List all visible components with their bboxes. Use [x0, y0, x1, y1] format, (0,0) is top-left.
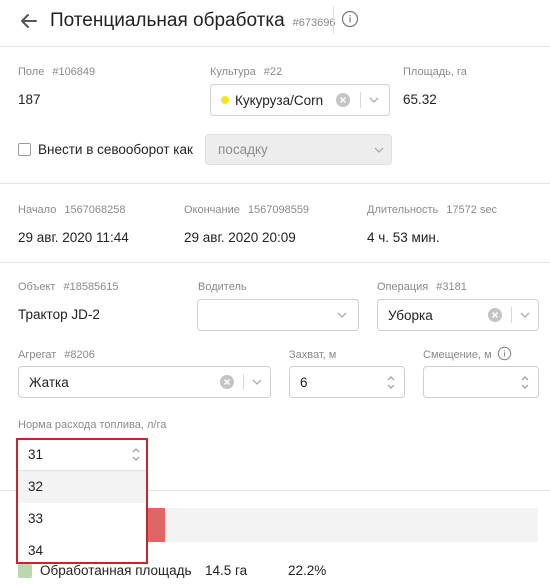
info-icon[interactable] — [497, 346, 512, 361]
header-divider-line — [0, 46, 550, 47]
legend-percent: 22.2% — [288, 563, 327, 578]
start-label: Начало 1567068258 — [18, 204, 126, 216]
object-label: Объект #18585615 — [18, 281, 119, 293]
fuel-rate-label: Норма расхода топлива, л/га — [18, 419, 167, 431]
operation-label: Операция #3181 — [377, 281, 467, 293]
width-value: 6 — [300, 374, 308, 390]
clear-icon[interactable] — [335, 92, 351, 108]
page-title-text: Потенциальная обработка — [50, 10, 285, 31]
start-value: 29 авг. 2020 11:44 — [18, 230, 129, 245]
end-value: 29 авг. 2020 20:09 — [184, 230, 296, 245]
chevron-down-icon[interactable] — [251, 378, 263, 386]
clear-icon[interactable] — [219, 374, 235, 390]
field-value: 187 — [18, 92, 41, 107]
rotation-checkbox[interactable] — [18, 143, 31, 156]
stepper-arrows-icon[interactable] — [131, 447, 141, 462]
legend-area: 14.5 га — [205, 563, 248, 578]
end-label: Окончание 1567098559 — [184, 204, 310, 216]
crop-select-value: Кукуруза/Corn — [235, 92, 324, 108]
chevron-down-icon[interactable] — [368, 96, 380, 104]
section-divider — [0, 262, 550, 263]
rotation-checkbox-label: Внести в севооборот как — [38, 142, 193, 157]
crop-color-dot — [221, 96, 229, 104]
operation-select-value: Уборка — [388, 307, 433, 323]
processed-area-bar-fill — [148, 508, 165, 542]
chevron-down-icon[interactable] — [336, 311, 348, 319]
stepper-arrows-icon[interactable] — [386, 375, 396, 390]
offset-stepper[interactable] — [423, 366, 539, 398]
fuel-rate-option[interactable]: 34 — [18, 535, 146, 567]
rotation-select[interactable]: посадку — [205, 134, 392, 165]
record-id: #673696 — [292, 17, 336, 29]
driver-label: Водитель — [198, 281, 247, 293]
duration-value: 4 ч. 53 мин. — [367, 230, 440, 245]
crop-label: Культура #22 — [210, 66, 283, 78]
width-label: Захват, м — [289, 349, 337, 361]
processed-area-bar — [148, 508, 538, 542]
header-divider — [333, 6, 334, 34]
chevron-down-icon[interactable] — [519, 311, 531, 319]
crop-select[interactable]: Кукуруза/Corn — [210, 84, 390, 116]
area-label: Площадь, га — [403, 66, 467, 78]
width-stepper[interactable]: 6 — [289, 366, 405, 398]
driver-select[interactable] — [197, 299, 359, 331]
implement-select[interactable]: Жатка — [18, 366, 271, 398]
fuel-rate-option[interactable]: 33 — [18, 503, 146, 535]
section-divider — [0, 183, 550, 184]
clear-icon[interactable] — [487, 307, 503, 323]
page-title: Потенциальная обработка #673696 — [50, 10, 335, 32]
implement-label: Агрегат #8206 — [18, 349, 95, 361]
offset-label: Смещение, м — [423, 349, 492, 361]
implement-select-value: Жатка — [29, 374, 69, 390]
fuel-rate-select[interactable]: 31 — [18, 440, 146, 471]
area-value: 65.32 — [403, 92, 437, 107]
field-label: Поле #106849 — [18, 66, 96, 78]
chevron-down-icon[interactable] — [373, 146, 385, 154]
operation-select[interactable]: Уборка — [377, 299, 539, 331]
fuel-rate-value: 31 — [28, 447, 44, 462]
fuel-rate-dropdown[interactable]: 31 32 33 34 — [16, 438, 148, 564]
object-value: Трактор JD-2 — [18, 307, 100, 322]
info-icon[interactable] — [341, 10, 359, 28]
duration-label: Длительность 17572 sec — [367, 204, 498, 216]
stepper-arrows-icon[interactable] — [520, 375, 530, 390]
rotation-select-value: посадку — [218, 142, 268, 157]
fuel-rate-option[interactable]: 32 — [18, 471, 146, 503]
back-arrow-icon[interactable] — [16, 8, 42, 34]
